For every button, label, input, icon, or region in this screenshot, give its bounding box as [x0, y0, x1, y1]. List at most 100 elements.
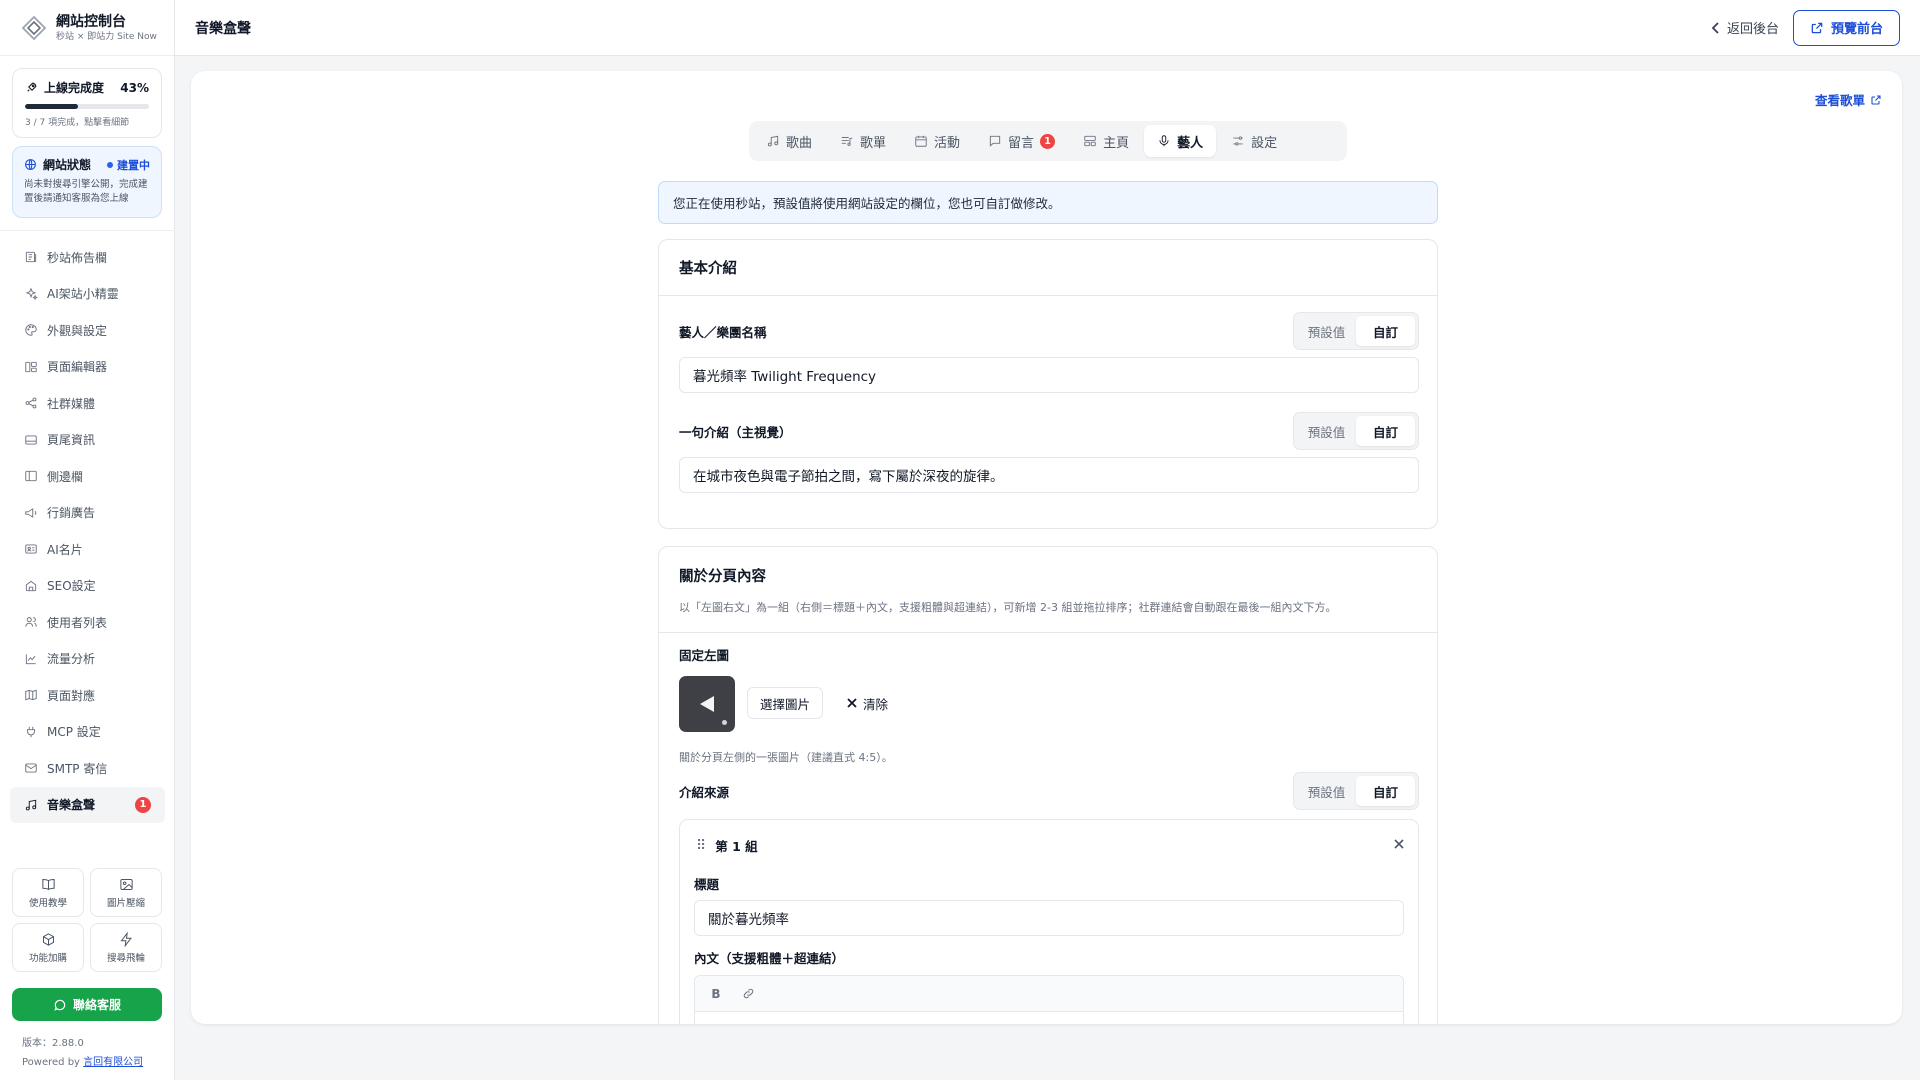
- contact-support-button[interactable]: 聯絡客服: [12, 988, 162, 1021]
- artist-name-input[interactable]: 暮光頻率 Twilight Frequency: [679, 357, 1419, 393]
- link-button[interactable]: [737, 983, 759, 1005]
- tab[interactable]: 留言 1: [975, 125, 1068, 157]
- field-label: 一句介紹（主視覺）: [679, 424, 792, 440]
- tab-label: 歌單: [860, 135, 887, 151]
- preview-frontend-button[interactable]: 預覽前台: [1792, 9, 1900, 46]
- main-panel: 查看歌單 歌曲 歌單 活動 留言 1 主頁 藝人 設定 您正在使用秒站，預設值將使用網站設定的…: [191, 71, 1902, 1024]
- company-link[interactable]: 言回有限公司: [83, 1057, 143, 1068]
- sidebar-item[interactable]: 流量分析: [0, 641, 175, 678]
- brand-subtitle: 秒站 × 即站力 Site Now: [56, 31, 157, 42]
- custom-option[interactable]: 自訂: [1356, 316, 1415, 346]
- sidebar-icon: [25, 471, 37, 482]
- sidebar-item[interactable]: AI架站小精靈: [0, 276, 175, 313]
- tab[interactable]: 歌單: [827, 125, 899, 157]
- external-link-icon: [1811, 22, 1823, 33]
- tab[interactable]: 歌曲: [753, 125, 825, 157]
- progress-percent: 43%: [120, 80, 149, 95]
- seo-icon: [25, 580, 37, 591]
- sidebar-nav: 秒站佈告欄 AI架站小精靈外觀與設定頁面編輯器 社群媒體頁尾資訊側邊欄行銷廣告 AI名…: [0, 230, 175, 823]
- sidebar-item-label: 行銷廣告: [47, 506, 96, 521]
- quick-tile[interactable]: 圖片壓縮: [90, 868, 162, 917]
- progress-title: 上線完成度: [44, 81, 105, 95]
- view-playlist-link[interactable]: 查看歌單: [1815, 90, 1882, 109]
- rich-text-editor[interactable]: B: [694, 975, 1404, 1024]
- sidebar-item-label: SEO設定: [47, 579, 96, 594]
- status-dot-icon: [107, 161, 113, 168]
- sidebar-item[interactable]: SMTP 寄信: [0, 750, 175, 787]
- sidebar-item-label: 使用者列表: [47, 615, 108, 630]
- sidebar-item[interactable]: 行銷廣告: [0, 495, 175, 532]
- music-icon: [25, 799, 37, 811]
- sidebar-item-label: SMTP 寄信: [47, 761, 108, 776]
- sidebar-item[interactable]: 頁面編輯器: [0, 349, 175, 386]
- quick-tiles: 使用教學 圖片壓縮功能加購 搜尋飛輪: [12, 868, 162, 972]
- tab-badge: 1: [1040, 133, 1056, 149]
- sidebar-item[interactable]: 秒站佈告欄: [0, 239, 175, 276]
- default-option[interactable]: 預設值: [1297, 316, 1356, 346]
- users-icon: [25, 617, 37, 627]
- chart-icon: [25, 654, 36, 664]
- sidebar-item[interactable]: 頁面對應: [0, 677, 175, 714]
- artist-name-field: 藝人／樂團名稱 預設值 自訂 暮光頻率 Twilight Frequency: [679, 312, 1419, 393]
- custom-option[interactable]: 自訂: [1356, 776, 1415, 806]
- megaphone-icon: [25, 507, 37, 518]
- choose-image-button[interactable]: 選擇圖片: [747, 687, 824, 719]
- tab[interactable]: 活動: [901, 125, 973, 157]
- plug-icon: [27, 726, 35, 737]
- quick-tile[interactable]: 使用教學: [12, 868, 84, 917]
- sidebar-item[interactable]: AI名片: [0, 531, 175, 568]
- image-thumbnail[interactable]: [679, 676, 735, 732]
- music-note-icon: [767, 135, 779, 147]
- tab[interactable]: 主頁: [1070, 125, 1142, 157]
- sidebar-item-label: 外觀與設定: [47, 323, 108, 338]
- bold-button[interactable]: B: [705, 983, 727, 1005]
- home-layout-icon: [1084, 135, 1096, 147]
- view-playlist-label: 查看歌單: [1814, 93, 1865, 108]
- sidebar-item[interactable]: 音樂盒聲 1: [10, 786, 165, 823]
- sidebar-item[interactable]: 外觀與設定: [0, 312, 175, 349]
- sidebar-item-label: 頁尾資訊: [47, 433, 96, 448]
- status-badge-label: 建置中: [117, 158, 150, 172]
- quick-tile[interactable]: 功能加購: [12, 923, 84, 972]
- sidebar-item[interactable]: MCP 設定: [0, 714, 175, 751]
- remove-group-button[interactable]: [1394, 838, 1404, 853]
- sidebar: 網站控制台 秒站 × 即站力 Site Now 上線完成度 43% 3 / 7 …: [0, 0, 175, 1080]
- clear-image-label: 清除: [863, 696, 889, 712]
- quick-tile[interactable]: 搜尋飛輪: [90, 923, 162, 972]
- quick-tile-label: 搜尋飛輪: [106, 952, 145, 964]
- clear-image-button[interactable]: 清除: [839, 687, 896, 719]
- package-icon: [42, 932, 54, 946]
- tab[interactable]: 藝人: [1144, 125, 1217, 157]
- launch-progress-card[interactable]: 上線完成度 43% 3 / 7 項完成，點擊看細節: [12, 68, 162, 138]
- message-icon: [989, 135, 1001, 147]
- sidebar-item[interactable]: 社群媒體: [0, 385, 175, 422]
- back-to-admin-link[interactable]: 返回後台: [1711, 18, 1779, 37]
- sidebar-item-label: AI名片: [47, 542, 83, 557]
- heading-input[interactable]: 關於暮光頻率: [694, 900, 1404, 936]
- custom-option[interactable]: 自訂: [1356, 416, 1415, 446]
- tab-label: 設定: [1251, 135, 1278, 151]
- sidebar-item[interactable]: 側邊欄: [0, 458, 175, 495]
- tab[interactable]: 設定: [1218, 125, 1290, 157]
- sidebar-item[interactable]: 頁尾資訊: [0, 422, 175, 459]
- body-label: 內文（支援粗體＋超連結）: [694, 951, 845, 966]
- footer-icon: [25, 435, 37, 445]
- tagline-input[interactable]: 在城市夜色與電子節拍之間，寫下屬於深夜的旋律。: [679, 457, 1419, 493]
- quick-tile-label: 功能加購: [28, 952, 67, 964]
- sidebar-item[interactable]: SEO設定: [0, 568, 175, 605]
- field-label: 藝人／樂團名稱: [679, 324, 767, 340]
- section-desc: 以「左圖右文」為一組（右側＝標題＋內文，支援粗體與超連結），可新增 2-3 組並…: [679, 601, 1337, 614]
- section-title: 基本介紹: [679, 261, 737, 277]
- notification-badge: 1: [135, 796, 151, 813]
- content-group-card: ⠿ 第 1 組 標題 關於暮光頻率 內文（支援粗體＋超連結） B: [679, 819, 1419, 1024]
- brand[interactable]: 網站控制台 秒站 × 即站力 Site Now: [0, 0, 174, 56]
- default-option[interactable]: 預設值: [1297, 776, 1356, 806]
- music-tabs: 歌曲 歌單 活動 留言 1 主頁 藝人 設定: [749, 121, 1347, 161]
- drag-handle-icon[interactable]: ⠿: [696, 838, 706, 854]
- default-option[interactable]: 預設值: [1297, 416, 1356, 446]
- sidebar-item[interactable]: 使用者列表: [0, 604, 175, 641]
- newspaper-icon: [25, 252, 37, 263]
- sidebar-item-label: 音樂盒聲: [47, 798, 96, 813]
- tab-label: 歌曲: [786, 135, 813, 151]
- notice-banner: 您正在使用秒站，預設值將使用網站設定的欄位，您也可自訂做修改。: [658, 181, 1438, 224]
